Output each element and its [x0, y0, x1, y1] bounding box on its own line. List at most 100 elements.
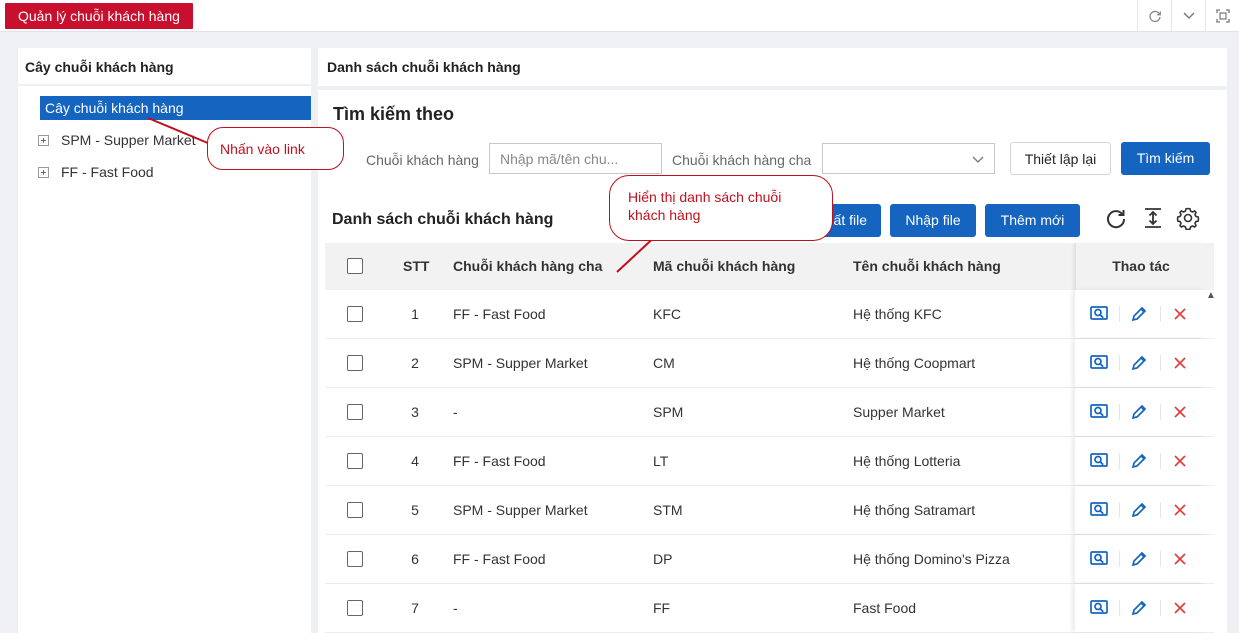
- expand-icon[interactable]: [38, 166, 49, 178]
- delete-icon[interactable]: [1170, 451, 1190, 471]
- row-actions: [1075, 584, 1206, 632]
- delete-icon[interactable]: [1170, 304, 1190, 324]
- tree-root-link[interactable]: Cây chuỗi khách hàng: [40, 96, 311, 120]
- tree-panel-title: Cây chuỗi khách hàng: [18, 48, 311, 86]
- cell-stt: 6: [411, 551, 419, 567]
- row-checkbox[interactable]: [347, 306, 363, 322]
- cell-name: Hệ thống Coopmart: [853, 355, 976, 371]
- edit-icon[interactable]: [1129, 304, 1149, 324]
- delete-icon[interactable]: [1170, 353, 1190, 373]
- view-icon[interactable]: [1089, 500, 1109, 520]
- list-title: Danh sách chuỗi khách hàng: [332, 211, 554, 228]
- header-code: Mã chuỗi khách hàng: [653, 258, 796, 274]
- cell-code: CM: [653, 355, 675, 371]
- cell-code: DP: [653, 551, 673, 567]
- cell-code: KFC: [653, 306, 681, 322]
- table-row[interactable]: 5 SPM - Supper Market STM Hệ thống Satramar…: [325, 486, 1214, 535]
- action-divider: [1119, 306, 1120, 322]
- view-icon[interactable]: [1089, 451, 1109, 471]
- add-new-button[interactable]: Thêm mới: [985, 204, 1080, 237]
- view-icon[interactable]: [1089, 402, 1109, 422]
- cell-stt: 1: [411, 306, 419, 322]
- settings-icon[interactable]: [1175, 205, 1201, 231]
- delete-icon[interactable]: [1170, 500, 1190, 520]
- cell-parent: SPM - Supper Market: [453, 502, 588, 518]
- cell-name: Hệ thống Satramart: [853, 502, 976, 518]
- cell-parent: FF - Fast Food: [453, 306, 546, 322]
- cell-stt: 5: [411, 502, 419, 518]
- top-bar: Quản lý chuỗi khách hàng: [0, 0, 1239, 32]
- header-parent: Chuỗi khách hàng cha: [453, 258, 603, 274]
- edit-icon[interactable]: [1129, 402, 1149, 422]
- table-row[interactable]: 4 FF - Fast Food LT Hệ thống Lotteria: [325, 437, 1214, 486]
- chevron-down-icon[interactable]: [1171, 0, 1205, 32]
- scroll-up-icon[interactable]: ▲: [1206, 290, 1216, 301]
- cell-stt: 4: [411, 453, 419, 469]
- search-button[interactable]: Tìm kiếm: [1121, 142, 1210, 175]
- import-button[interactable]: Nhập file: [890, 204, 976, 237]
- cell-code: LT: [653, 453, 669, 469]
- header-stt: STT: [403, 258, 430, 274]
- action-divider: [1160, 404, 1161, 420]
- callout-click-link: Nhấn vào link: [207, 127, 344, 170]
- action-divider: [1160, 355, 1161, 371]
- row-checkbox[interactable]: [347, 404, 363, 420]
- module-tab[interactable]: Quản lý chuỗi khách hàng: [5, 3, 193, 29]
- action-divider: [1119, 355, 1120, 371]
- action-divider: [1119, 453, 1120, 469]
- edit-icon[interactable]: [1129, 549, 1149, 569]
- refresh-icon[interactable]: [1137, 0, 1171, 32]
- action-divider: [1119, 600, 1120, 616]
- view-icon[interactable]: [1089, 549, 1109, 569]
- view-icon[interactable]: [1089, 304, 1109, 324]
- row-checkbox[interactable]: [347, 600, 363, 616]
- table-row[interactable]: 3 - SPM Supper Market: [325, 388, 1214, 437]
- row-actions: [1075, 339, 1206, 387]
- tree-item-ff[interactable]: FF - Fast Food: [38, 161, 154, 183]
- column-height-icon[interactable]: [1140, 205, 1166, 231]
- table-row[interactable]: 1 FF - Fast Food KFC Hệ thống KFC: [325, 290, 1214, 339]
- edit-icon[interactable]: [1129, 451, 1149, 471]
- row-checkbox[interactable]: [347, 551, 363, 567]
- tree-item-label: SPM - Supper Market: [61, 132, 196, 148]
- row-checkbox[interactable]: [347, 502, 363, 518]
- chain-search-input[interactable]: [489, 143, 662, 174]
- tree-item-spm[interactable]: SPM - Supper Market: [38, 129, 196, 151]
- parent-chain-select[interactable]: [822, 143, 995, 174]
- header-actions-col: Thao tác: [1075, 243, 1206, 290]
- edit-icon[interactable]: [1129, 598, 1149, 618]
- row-checkbox[interactable]: [347, 355, 363, 371]
- cell-stt: 3: [411, 404, 419, 420]
- header-name: Tên chuỗi khách hàng: [853, 258, 1001, 274]
- cell-code: STM: [653, 502, 683, 518]
- edit-icon[interactable]: [1129, 500, 1149, 520]
- chain-label: Chuỗi khách hàng: [366, 152, 479, 168]
- cell-parent: FF - Fast Food: [453, 551, 546, 567]
- cell-stt: 7: [411, 600, 419, 616]
- chain-table: STT Chuỗi khách hàng cha Mã chuỗi khách …: [325, 243, 1214, 633]
- row-actions: [1075, 290, 1206, 338]
- view-icon[interactable]: [1089, 598, 1109, 618]
- action-divider: [1119, 404, 1120, 420]
- reset-button[interactable]: Thiết lập lại: [1010, 142, 1111, 175]
- cell-parent: -: [453, 600, 458, 616]
- select-all-checkbox[interactable]: [347, 258, 363, 274]
- delete-icon[interactable]: [1170, 402, 1190, 422]
- action-divider: [1160, 551, 1161, 567]
- delete-icon[interactable]: [1170, 598, 1190, 618]
- view-icon[interactable]: [1089, 353, 1109, 373]
- table-row[interactable]: 6 FF - Fast Food DP Hệ thống Domino's Pizza: [325, 535, 1214, 584]
- parent-chain-label: Chuỗi khách hàng cha: [672, 152, 812, 168]
- action-divider: [1119, 551, 1120, 567]
- row-actions: [1075, 535, 1206, 583]
- table-row[interactable]: 7 - FF Fast Food: [325, 584, 1214, 633]
- table-row[interactable]: 2 SPM - Supper Market CM Hệ thống Coopmart: [325, 339, 1214, 388]
- edit-icon[interactable]: [1129, 353, 1149, 373]
- expand-icon[interactable]: [38, 134, 49, 146]
- cell-name: Hệ thống KFC: [853, 306, 942, 322]
- delete-icon[interactable]: [1170, 549, 1190, 569]
- fullscreen-icon[interactable]: [1205, 0, 1239, 32]
- row-actions: [1075, 437, 1206, 485]
- row-checkbox[interactable]: [347, 453, 363, 469]
- refresh-icon[interactable]: [1103, 205, 1129, 231]
